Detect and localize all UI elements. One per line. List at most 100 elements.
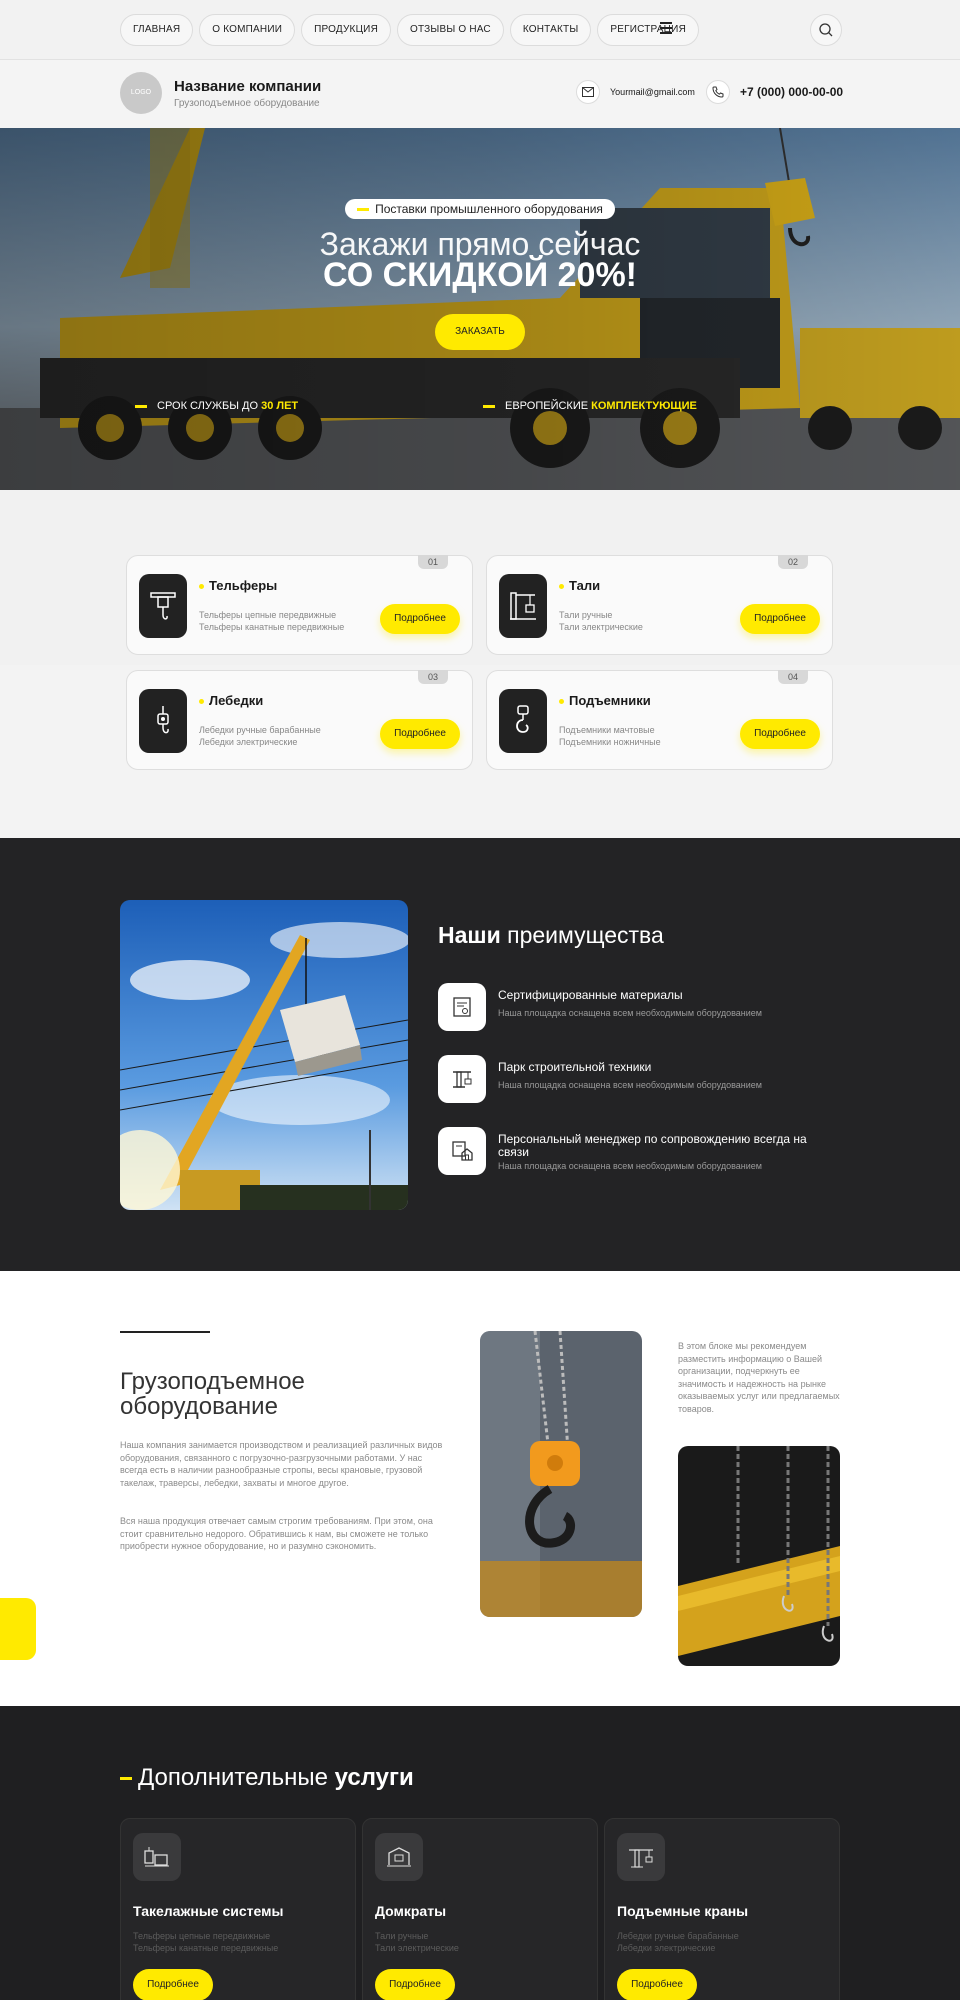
details-button[interactable]: Подробнее	[380, 719, 460, 749]
nav-item-reviews[interactable]: ОТЗЫВЫ О НАС	[397, 14, 504, 46]
advantage-item-manager: Персональный менеджер по сопровождению в…	[438, 1127, 838, 1175]
services-section: Дополнительные услуги Такелажные системы…	[0, 1706, 960, 2000]
email-contact[interactable]: Yourmail@gmail.com	[576, 80, 695, 104]
service-line-2: Лебедки электрические	[617, 1943, 716, 1953]
nav-item-registration[interactable]: РЕГИСТРАЦИЯ	[597, 14, 699, 46]
menu-icon[interactable]	[660, 22, 672, 37]
nav-menu: ГЛАВНАЯ О КОМПАНИИ ПРОДУКЦИЯ ОТЗЫВЫ О НА…	[120, 14, 699, 46]
chains-photo	[678, 1446, 840, 1666]
details-button[interactable]: Подробнее	[380, 604, 460, 634]
search-button[interactable]	[810, 14, 842, 46]
about-divider	[120, 1331, 210, 1333]
rigging-icon	[133, 1833, 181, 1881]
service-card-rigging: Такелажные системы Тельферы цепные перед…	[120, 1818, 356, 2000]
service-name: Домкраты	[375, 1903, 447, 1919]
card-line-1: Лебедки ручные барабанные	[199, 725, 321, 735]
card-dot	[559, 584, 564, 589]
hero-discount: СО СКИДКОЙ 20%!	[322, 256, 638, 294]
logo[interactable]: LOGO	[120, 72, 162, 114]
card-line-2: Тельферы канатные передвижные	[199, 622, 345, 632]
advantages-title-bold: Наши	[438, 922, 501, 948]
hero-background-image	[0, 128, 960, 490]
card-title: Тали	[569, 578, 601, 593]
card-line-1: Тали ручные	[559, 610, 613, 620]
hook-icon	[499, 689, 547, 753]
hero-feature-lifetime: СРОК СЛУЖБЫ ДО 30 ЛЕТ	[135, 400, 298, 412]
service-line-1: Лебедки ручные барабанные	[617, 1931, 739, 1941]
hero-feature-components: ЕВРОПЕЙСКИЕ КОМПЛЕКТУЮЩИЕ	[483, 400, 697, 412]
site-header: LOGO Название компании Грузоподъемное об…	[0, 60, 960, 128]
service-line-2: Тали электрические	[375, 1943, 459, 1953]
order-button[interactable]: ЗАКАЗАТЬ	[435, 314, 525, 350]
about-side-text: В этом блоке мы рекомендуем разместить и…	[678, 1341, 840, 1414]
product-card-tali: 02 Тали Тали ручные Тали электрические П…	[486, 555, 833, 655]
top-navigation: ГЛАВНАЯ О КОМПАНИИ ПРОДУКЦИЯ ОТЗЫВЫ О НА…	[0, 0, 960, 60]
about-section: Грузоподъемное оборудование Наша компани…	[0, 1271, 960, 1706]
hoist-icon	[139, 574, 187, 638]
card-number: 02	[778, 555, 808, 569]
card-dot	[559, 699, 564, 704]
service-line-2: Тельферы канатные передвижные	[133, 1943, 279, 1953]
card-title: Тельферы	[209, 578, 278, 593]
phone-text: +7 (000) 000-00-00	[740, 85, 844, 99]
details-button[interactable]: Подробнее	[740, 719, 820, 749]
about-title: Грузоподъемное оборудование	[120, 1368, 305, 1420]
card-dot	[199, 584, 204, 589]
advantage-desc: Наша площадка оснащена всем необходимым …	[498, 1161, 762, 1171]
card-number: 01	[418, 555, 448, 569]
nav-item-products[interactable]: ПРОДУКЦИЯ	[301, 14, 391, 46]
card-dot	[199, 699, 204, 704]
hero-tag-text: Поставки промышленного оборудования	[375, 202, 603, 216]
details-button[interactable]: Подробнее	[375, 1969, 455, 2000]
product-card-lifts: 04 Подъемники Подъемники мачтовые Подъем…	[486, 670, 833, 770]
feature-components-highlight: КОМПЛЕКТУЮЩИЕ	[591, 400, 697, 412]
card-line-1: Подъемники мачтовые	[559, 725, 655, 735]
feature-lifetime-text: СРОК СЛУЖБЫ ДО	[157, 400, 262, 412]
company-name: Название компании	[174, 78, 322, 95]
phone-icon	[706, 80, 730, 104]
tower-crane-icon	[617, 1833, 665, 1881]
certificate-icon	[438, 983, 486, 1031]
hero-banner: Поставки промышленного оборудования Зака…	[0, 128, 960, 490]
advantages-section: Наши преимущества Сертифицированные мате…	[0, 838, 960, 1271]
company-subtitle: Грузоподъемное оборудование	[174, 98, 320, 109]
jack-icon	[375, 1833, 423, 1881]
winch-icon	[139, 689, 187, 753]
nav-item-about[interactable]: О КОМПАНИИ	[199, 14, 296, 46]
details-button[interactable]: Подробнее	[133, 1969, 213, 2000]
nav-item-contacts[interactable]: КОНТАКТЫ	[509, 14, 592, 46]
card-line-2: Лебедки электрические	[199, 737, 298, 747]
advantage-item-certified: Сертифицированные материалы Наша площадк…	[438, 983, 838, 1031]
card-line-1: Тельферы цепные передвижные	[199, 610, 337, 620]
card-line-2: Тали электрические	[559, 622, 643, 632]
services-title: Дополнительные услуги	[120, 1764, 414, 1792]
card-number: 04	[778, 670, 808, 684]
manager-icon	[438, 1127, 486, 1175]
phone-contact[interactable]: +7 (000) 000-00-00	[706, 80, 843, 104]
feature-lifetime-highlight: 30 ЛЕТ	[261, 400, 299, 412]
card-line-2: Подъемники ножничные	[559, 737, 661, 747]
service-line-1: Тельферы цепные передвижные	[133, 1931, 271, 1941]
details-button[interactable]: Подробнее	[740, 604, 820, 634]
feature-components-text: ЕВРОПЕЙСКИЕ	[505, 400, 592, 412]
details-button[interactable]: Подробнее	[617, 1969, 697, 2000]
advantage-desc: Наша площадка оснащена всем необходимым …	[498, 1008, 762, 1018]
card-title: Подъемники	[569, 693, 651, 708]
crane-tower-icon	[499, 574, 547, 638]
nav-item-home[interactable]: ГЛАВНАЯ	[120, 14, 194, 46]
advantages-title-rest: преимущества	[500, 922, 664, 948]
hero-tag: Поставки промышленного оборудования	[345, 199, 615, 219]
card-number: 03	[418, 670, 448, 684]
crane-icon	[438, 1055, 486, 1103]
service-line-1: Тали ручные	[375, 1931, 429, 1941]
service-card-cranes: Подъемные краны Лебедки ручные барабанны…	[604, 1818, 840, 2000]
service-card-jacks: Домкраты Тали ручные Тали электрические …	[362, 1818, 598, 2000]
crane-photo	[120, 900, 408, 1210]
services-title-rest: Дополнительные	[138, 1764, 335, 1791]
side-tab-button[interactable]	[0, 1598, 36, 1660]
advantages-title: Наши преимущества	[438, 922, 664, 949]
services-title-bold: услуги	[334, 1764, 414, 1791]
advantage-title: Парк строительной техники	[498, 1060, 652, 1074]
about-paragraph-1: Наша компания занимается производством и…	[120, 1440, 443, 1488]
search-icon	[819, 23, 833, 37]
